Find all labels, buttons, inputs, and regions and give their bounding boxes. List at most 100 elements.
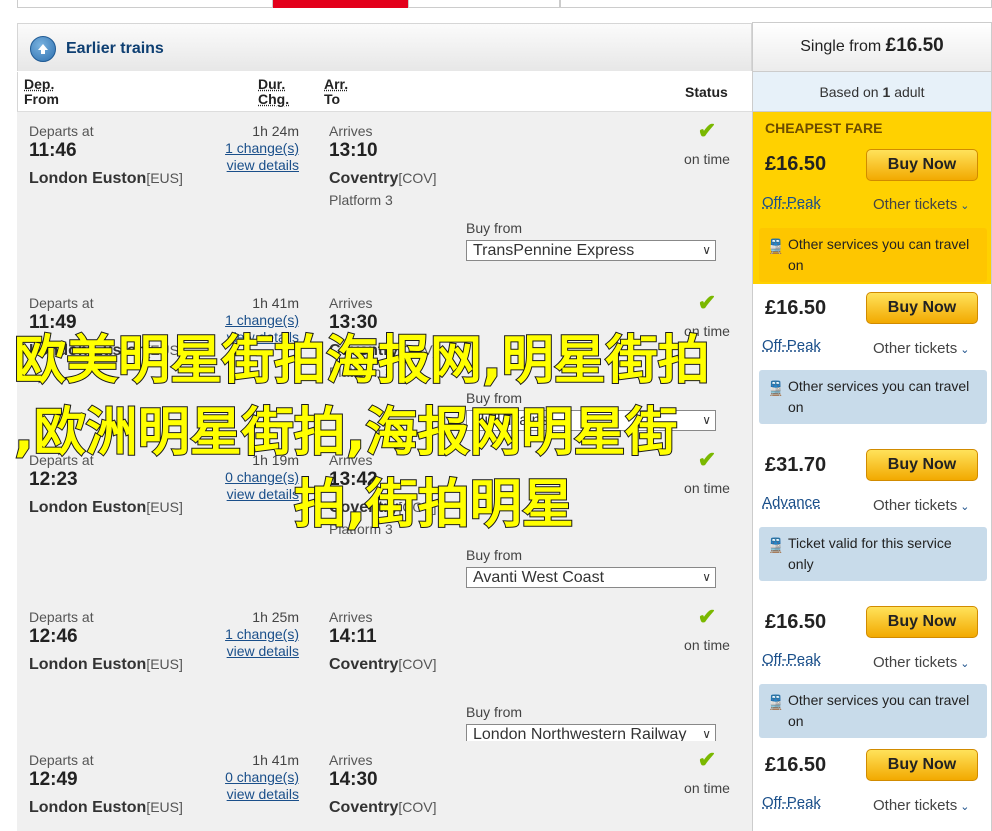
departs-label: Departs at (29, 452, 94, 468)
earlier-trains-label: Earlier trains (66, 40, 164, 57)
arrives-label: Arrives (329, 752, 373, 768)
journey-row[interactable]: Departs at 11:49 London Euston[EUS] 1h 41m 1… (17, 284, 752, 441)
fare-type-link[interactable]: Off-Peak (762, 794, 821, 811)
fare-price: £16.50 (765, 611, 827, 633)
journey-row[interactable]: Departs at 11:46 London Euston[EUS] 1h 24m 1… (17, 112, 752, 284)
departs-label: Departs at (29, 609, 94, 625)
col-arrival[interactable]: Arr. To (324, 77, 348, 107)
fare-type-link[interactable]: Off-Peak (762, 651, 821, 668)
buy-now-button[interactable]: Buy Now (866, 749, 978, 781)
view-details-link[interactable]: view details (219, 643, 299, 659)
arrival-time: 13:10 (329, 140, 378, 161)
view-details-link[interactable]: view details (219, 486, 299, 502)
departure-station: London Euston[EUS] (29, 342, 183, 360)
fare-type-link[interactable]: Off-Peak (762, 337, 821, 354)
status-text: on time (684, 151, 730, 167)
journey-row[interactable]: Departs at 12:23 London Euston[EUS] 1h 19m 0… (17, 441, 752, 598)
operator-select[interactable]: TransPennine Express ∨ (466, 240, 716, 261)
train-icon: 🚆 (767, 694, 785, 710)
operator-select[interactable]: Hull Trains ∨ (466, 410, 716, 431)
fare-note: 🚆 Ticket valid for this service only (759, 527, 987, 581)
view-details-link[interactable]: view details (219, 329, 299, 345)
fare-note-text: Ticket valid for this service only (788, 535, 952, 572)
top-tab[interactable] (408, 0, 560, 8)
arrival-station-code: [COV] (398, 342, 437, 358)
departs-label: Departs at (29, 123, 94, 139)
earlier-trains-bar: Earlier trains (17, 23, 752, 71)
col-from-label: From (24, 91, 59, 107)
changes-link[interactable]: 1 change(s) (219, 312, 299, 328)
other-tickets-link[interactable]: Other tickets ⌄ (873, 797, 969, 814)
arrival-time: 14:30 (329, 769, 378, 790)
fare-type-link[interactable]: Advance (762, 494, 820, 511)
changes-link[interactable]: 1 change(s) (219, 140, 299, 156)
adult-label: adult (894, 84, 925, 100)
status-text: on time (684, 780, 730, 796)
departure-station-code: [EUS] (146, 499, 183, 515)
view-details-link[interactable]: view details (219, 157, 299, 173)
chevron-down-icon: ⌄ (957, 501, 970, 513)
other-tickets-label: Other tickets (873, 497, 958, 514)
departure-station-code: [EUS] (146, 342, 183, 358)
buy-now-button[interactable]: Buy Now (866, 449, 978, 481)
check-icon: ✔ (697, 747, 717, 772)
arrival-station-name: Coventry (329, 342, 399, 359)
arrow-up-icon (30, 36, 56, 62)
other-tickets-label: Other tickets (873, 797, 958, 814)
fare-panel: £31.70 Buy Now Advance Other tickets ⌄ 🚆 Tick… (752, 441, 992, 598)
arrival-time: 13:30 (329, 312, 378, 333)
changes-link[interactable]: 0 change(s) (219, 469, 299, 485)
single-from-header: Single from £16.50 (752, 22, 992, 72)
column-headers: Dep. From Dur. Chg. Arr. To Status (17, 72, 752, 112)
col-chg-label: Chg. (258, 91, 290, 107)
other-tickets-link[interactable]: Other tickets ⌄ (873, 196, 969, 213)
other-tickets-link[interactable]: Other tickets ⌄ (873, 654, 969, 671)
arrival-station-code: [COV] (398, 656, 437, 672)
earlier-trains-button[interactable]: Earlier trains (30, 36, 164, 62)
check-icon: ✔ (697, 447, 717, 472)
other-tickets-label: Other tickets (873, 340, 958, 357)
top-tab[interactable] (17, 0, 273, 8)
journey-row[interactable]: Departs at 12:46 London Euston[EUS] 1h 25m 1… (17, 598, 752, 745)
fare-note: 🚆 Other services you can travel on (759, 228, 987, 282)
buy-now-button[interactable]: Buy Now (866, 149, 978, 181)
train-results-page: Earlier trains Single from £16.50 Dep. F… (0, 0, 992, 831)
view-details-link[interactable]: view details (219, 786, 299, 802)
arrives-label: Arrives (329, 452, 373, 468)
arrives-label: Arrives (329, 295, 373, 311)
other-tickets-label: Other tickets (873, 654, 958, 671)
changes-link[interactable]: 0 change(s) (219, 769, 299, 785)
col-dur-label: Dur. (258, 76, 286, 92)
departure-station: London Euston[EUS] (29, 799, 183, 817)
departure-time: 12:23 (29, 469, 78, 490)
col-departure[interactable]: Dep. From (24, 77, 59, 107)
platform-label: Platform 3 (329, 192, 393, 208)
fare-note: 🚆 Other services you can travel on (759, 370, 987, 424)
col-to-label: To (324, 91, 341, 107)
adult-count: 1 (882, 84, 891, 100)
arrival-time: 14:11 (329, 626, 377, 647)
top-tab-active[interactable] (273, 0, 408, 8)
single-from-price: £16.50 (885, 35, 944, 56)
buy-now-button[interactable]: Buy Now (866, 606, 978, 638)
top-tab[interactable] (560, 0, 992, 8)
operator-select-value: TransPennine Express (473, 242, 635, 259)
departure-station-name: London Euston (29, 656, 147, 673)
arrives-label: Arrives (329, 123, 373, 139)
fare-type-link[interactable]: Off-Peak (762, 194, 821, 211)
buy-now-button[interactable]: Buy Now (866, 292, 978, 324)
departs-label: Departs at (29, 295, 94, 311)
chevron-down-icon: ∨ (702, 243, 711, 257)
other-tickets-link[interactable]: Other tickets ⌄ (873, 497, 969, 514)
arrival-station-name: Coventry (329, 499, 399, 516)
top-tab-strip (0, 0, 992, 8)
fare-note-text: Other services you can travel on (788, 692, 970, 729)
arrival-station-code: [COV] (398, 170, 437, 186)
col-duration[interactable]: Dur. Chg. (258, 77, 289, 107)
buy-from-label: Buy from (466, 704, 523, 720)
journey-duration: 1h 41m (252, 295, 299, 311)
other-tickets-link[interactable]: Other tickets ⌄ (873, 340, 969, 357)
journey-row[interactable]: Departs at 12:49 London Euston[EUS] 1h 41m 0… (17, 741, 752, 831)
operator-select[interactable]: Avanti West Coast ∨ (466, 567, 716, 588)
changes-link[interactable]: 1 change(s) (219, 626, 299, 642)
